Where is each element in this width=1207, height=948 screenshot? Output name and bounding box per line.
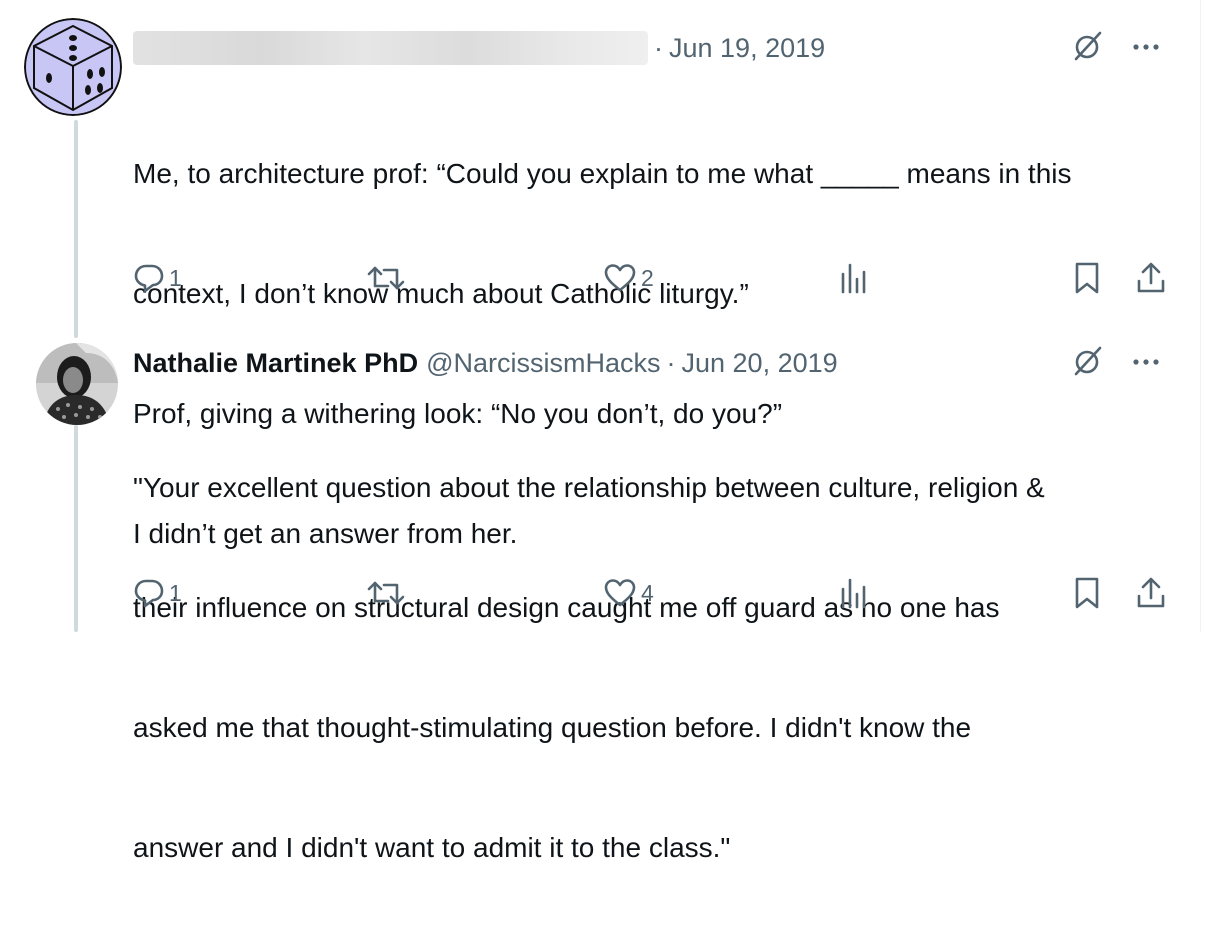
retweet-icon xyxy=(367,266,405,290)
bookmark-button[interactable] xyxy=(1073,260,1101,296)
tweet-header: · Jun 19, 2019 xyxy=(133,28,825,68)
author-name-redacted[interactable] xyxy=(133,31,648,65)
retweet-button[interactable] xyxy=(366,575,410,611)
reply-icon xyxy=(134,579,164,608)
reply-button[interactable]: 1 xyxy=(133,575,182,611)
header-icons xyxy=(1070,28,1160,68)
tweet-text: "Your excellent question about the relat… xyxy=(133,388,1045,948)
separator-dot: · xyxy=(654,32,663,63)
reply-button[interactable]: 1 xyxy=(133,260,182,296)
like-count: 4 xyxy=(641,579,654,606)
profile-photo-icon xyxy=(36,343,118,425)
bookmark-icon xyxy=(1075,577,1099,609)
tweet-actions: 1 2 xyxy=(0,260,1200,296)
retweet-button[interactable] xyxy=(366,260,410,296)
dice-avatar-icon xyxy=(24,18,122,116)
tweet[interactable]: Nathalie Martinek PhD @NarcissismHacks ·… xyxy=(0,343,1200,863)
tweet-date[interactable]: Jun 19, 2019 xyxy=(669,33,825,64)
views-icon xyxy=(841,263,866,294)
avatar[interactable] xyxy=(36,343,118,425)
share-icon xyxy=(1137,262,1165,293)
views-button[interactable] xyxy=(838,260,872,296)
header-icons xyxy=(1070,343,1160,383)
tweet-text-line: answer and I didn't want to admit it to … xyxy=(133,832,731,863)
tweet-actions: 1 4 xyxy=(0,575,1200,611)
share-button[interactable] xyxy=(1135,260,1167,296)
share-button[interactable] xyxy=(1135,575,1167,611)
like-icon xyxy=(604,579,636,607)
retweet-icon xyxy=(367,581,405,605)
like-count: 2 xyxy=(641,264,654,291)
like-button[interactable]: 2 xyxy=(603,260,654,296)
avatar[interactable] xyxy=(24,18,122,116)
reply-icon xyxy=(134,264,164,293)
tweet-date[interactable]: Jun 20, 2019 xyxy=(682,348,838,379)
author-name[interactable]: Nathalie Martinek PhD xyxy=(133,348,418,379)
reply-count: 1 xyxy=(169,264,182,291)
tweet-header: Nathalie Martinek PhD @NarcissismHacks ·… xyxy=(133,343,838,383)
views-icon xyxy=(841,578,866,609)
author-handle[interactable]: @NarcissismHacks xyxy=(426,348,660,379)
more-icon[interactable] xyxy=(1132,39,1160,57)
grok-icon[interactable] xyxy=(1070,344,1104,383)
bookmark-icon xyxy=(1075,262,1099,294)
more-icon[interactable] xyxy=(1132,354,1160,372)
like-icon xyxy=(604,264,636,292)
bookmark-button[interactable] xyxy=(1073,575,1101,611)
share-icon xyxy=(1137,577,1165,608)
separator-dot: · xyxy=(666,347,676,378)
like-button[interactable]: 4 xyxy=(603,575,654,611)
tweet-text-line: "Your excellent question about the relat… xyxy=(133,472,1045,503)
tweet-text-line: asked me that thought-stimulating questi… xyxy=(133,712,972,743)
tweet[interactable]: · Jun 19, 2019 Me, to architecture prof:… xyxy=(0,18,1200,549)
grok-icon[interactable] xyxy=(1070,29,1104,68)
timeline-border xyxy=(1200,0,1201,632)
views-button[interactable] xyxy=(838,575,872,611)
tweet-text-line: Me, to architecture prof: “Could you exp… xyxy=(133,158,1072,189)
reply-count: 1 xyxy=(169,579,182,606)
